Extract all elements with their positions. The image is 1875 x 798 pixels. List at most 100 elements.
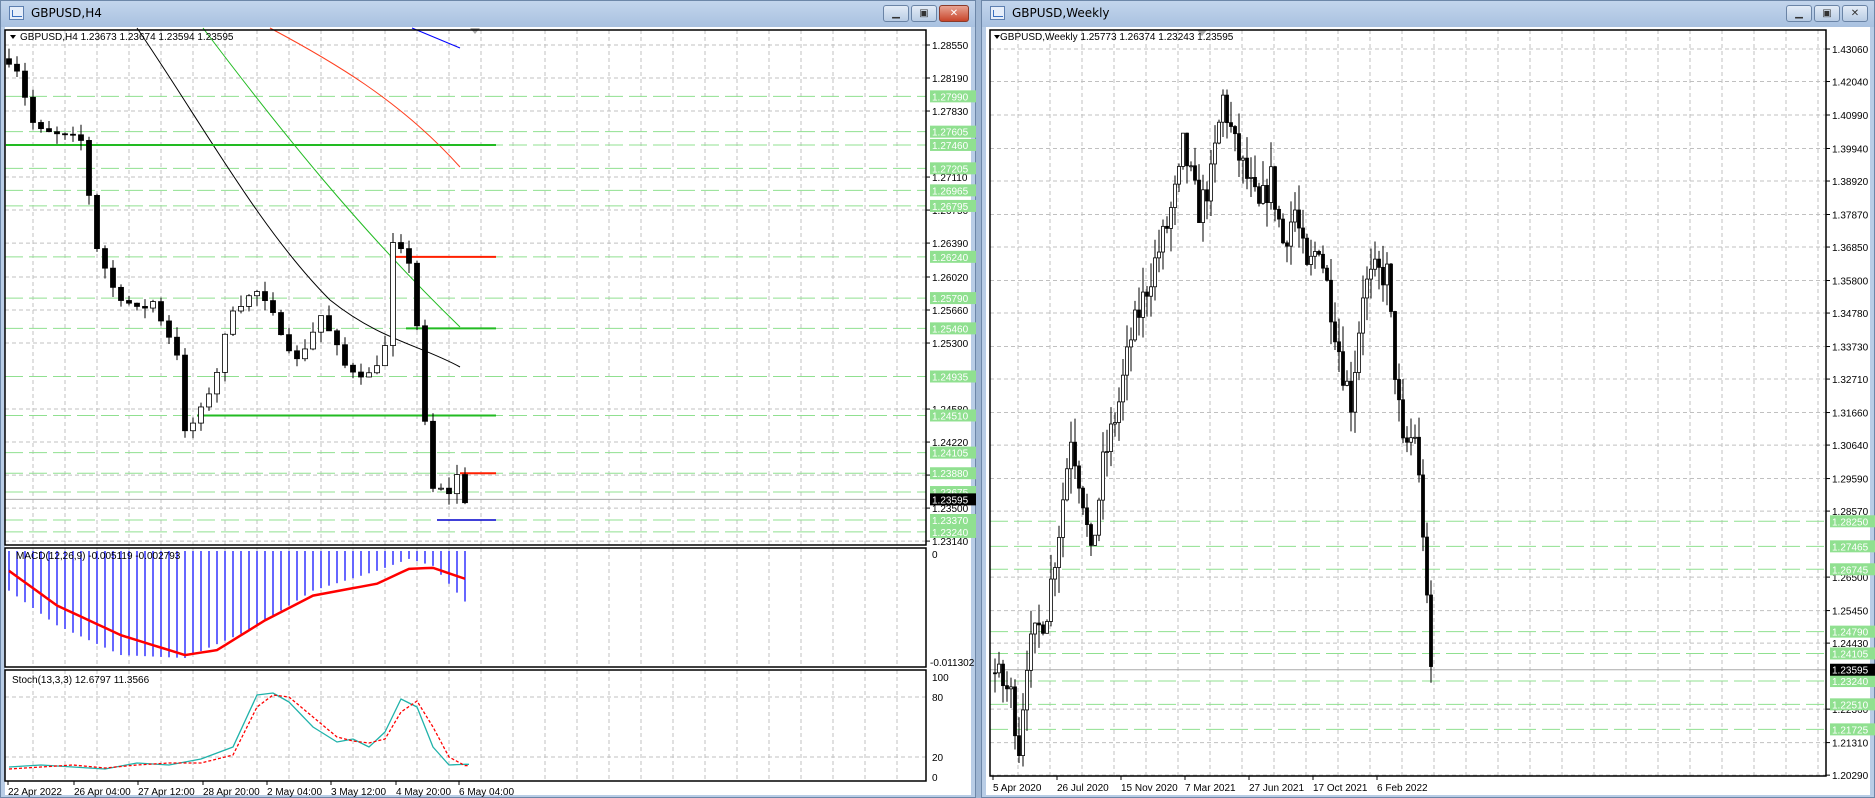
level-price-label: 1.27465 xyxy=(1832,542,1869,553)
level-price-label: 1.27460 xyxy=(932,141,969,152)
candle xyxy=(46,128,52,133)
moving-average-black xyxy=(136,27,461,368)
candle xyxy=(126,300,132,304)
candle xyxy=(1401,399,1405,439)
time-axis-label: 6 May 04:00 xyxy=(459,787,514,798)
chart-info-right: GBPUSD,Weekly 1.25773 1.26374 1.23243 1.… xyxy=(1000,32,1234,43)
candle xyxy=(1141,291,1145,318)
time-axis-label: 26 Apr 04:00 xyxy=(74,787,131,798)
candle xyxy=(1413,436,1417,439)
candle xyxy=(1337,341,1341,353)
candle xyxy=(1313,251,1317,257)
price-axis-label: 1.38920 xyxy=(1832,177,1869,188)
candle xyxy=(1389,263,1393,312)
level-price-label: 1.23240 xyxy=(932,528,969,539)
candle xyxy=(1409,437,1413,443)
candle xyxy=(1353,372,1357,413)
candle xyxy=(1241,157,1245,161)
candle xyxy=(1365,278,1369,299)
candle xyxy=(14,63,20,72)
level-price-label: 1.26965 xyxy=(932,186,969,197)
price-axis-label: 1.39940 xyxy=(1832,144,1869,155)
candle xyxy=(286,334,292,352)
candle xyxy=(206,393,212,408)
candle xyxy=(1057,537,1061,568)
candle xyxy=(390,242,396,346)
candle xyxy=(454,474,460,495)
dropdown-triangle-icon[interactable] xyxy=(10,35,16,39)
level-price-label: 1.23880 xyxy=(932,469,969,480)
candle xyxy=(1009,686,1013,690)
macd-axis-zero: 0 xyxy=(932,550,938,561)
chart-shift-marker[interactable] xyxy=(470,28,480,34)
candle xyxy=(1013,686,1017,737)
candle xyxy=(294,350,300,360)
stoch-main-line xyxy=(8,692,469,770)
moving-average-red xyxy=(269,27,461,168)
candle xyxy=(1173,183,1177,208)
candle xyxy=(1005,685,1009,690)
candle xyxy=(1113,422,1117,425)
candle xyxy=(1153,257,1157,288)
candle xyxy=(1205,189,1209,202)
price-axis-label: 1.29590 xyxy=(1832,475,1869,486)
stoch-axis-label: 0 xyxy=(932,773,938,784)
price-axis-label: 1.34780 xyxy=(1832,309,1869,320)
time-axis-label: 5 Apr 2020 xyxy=(993,783,1042,794)
candle xyxy=(1349,380,1353,413)
candle xyxy=(310,331,316,350)
level-price-label: 1.24105 xyxy=(1832,649,1869,660)
candle xyxy=(1049,578,1053,622)
candle xyxy=(1285,242,1289,247)
level-price-label: 1.27605 xyxy=(932,128,969,139)
candle xyxy=(1309,255,1313,265)
chart-info-left: GBPUSD,H4 1.23673 1.23674 1.23594 1.2359… xyxy=(20,32,234,43)
candle xyxy=(1029,633,1033,671)
candle xyxy=(142,306,148,309)
candle xyxy=(1097,499,1101,536)
candle xyxy=(358,371,364,378)
stoch-axis-label: 80 xyxy=(932,693,944,704)
candle xyxy=(1289,221,1293,247)
candle xyxy=(1261,185,1265,204)
macd-axis-min: -0.011302 xyxy=(930,658,975,669)
candle xyxy=(1425,536,1429,596)
time-axis-label: 26 Jul 2020 xyxy=(1057,783,1109,794)
candle xyxy=(1101,451,1105,501)
charts-canvas[interactable]: 0 -0.011302 1.285501.281901.278301.27110… xyxy=(0,0,1875,798)
candle xyxy=(1429,594,1433,667)
time-axis-label: 17 Oct 2021 xyxy=(1313,783,1368,794)
time-axis-label: 22 Apr 2022 xyxy=(8,787,62,798)
level-price-label: 1.26795 xyxy=(932,202,969,213)
level-price-label: 1.21725 xyxy=(1832,725,1869,736)
price-axis-label: 1.42040 xyxy=(1832,78,1869,89)
price-axis-label: 1.33730 xyxy=(1832,343,1869,354)
price-axis-label: 1.35800 xyxy=(1832,277,1869,288)
candle xyxy=(302,348,308,360)
stoch-axis-label: 100 xyxy=(932,673,949,684)
candle xyxy=(246,295,252,307)
current-price-label: 1.23595 xyxy=(932,495,969,506)
candle xyxy=(1369,268,1373,280)
candle xyxy=(1069,441,1073,470)
candle xyxy=(1397,379,1401,401)
candle xyxy=(1265,185,1269,203)
candle xyxy=(1257,186,1261,204)
candle xyxy=(1121,374,1125,403)
candle xyxy=(382,345,388,367)
price-axis-label: 1.31660 xyxy=(1832,409,1869,420)
time-axis-label: 27 Apr 12:00 xyxy=(138,787,195,798)
candle xyxy=(1253,177,1257,188)
candle xyxy=(993,672,997,675)
candle xyxy=(182,354,188,432)
candle xyxy=(1225,94,1229,124)
candle xyxy=(1193,165,1197,181)
price-axis-label: 1.25660 xyxy=(932,306,969,317)
candle xyxy=(38,122,44,130)
candle xyxy=(1181,132,1185,167)
stoch-signal-line xyxy=(8,694,469,770)
time-axis-label: 15 Nov 2020 xyxy=(1121,783,1178,794)
candle xyxy=(422,325,428,422)
candle xyxy=(1273,166,1277,210)
candle xyxy=(1105,451,1109,453)
